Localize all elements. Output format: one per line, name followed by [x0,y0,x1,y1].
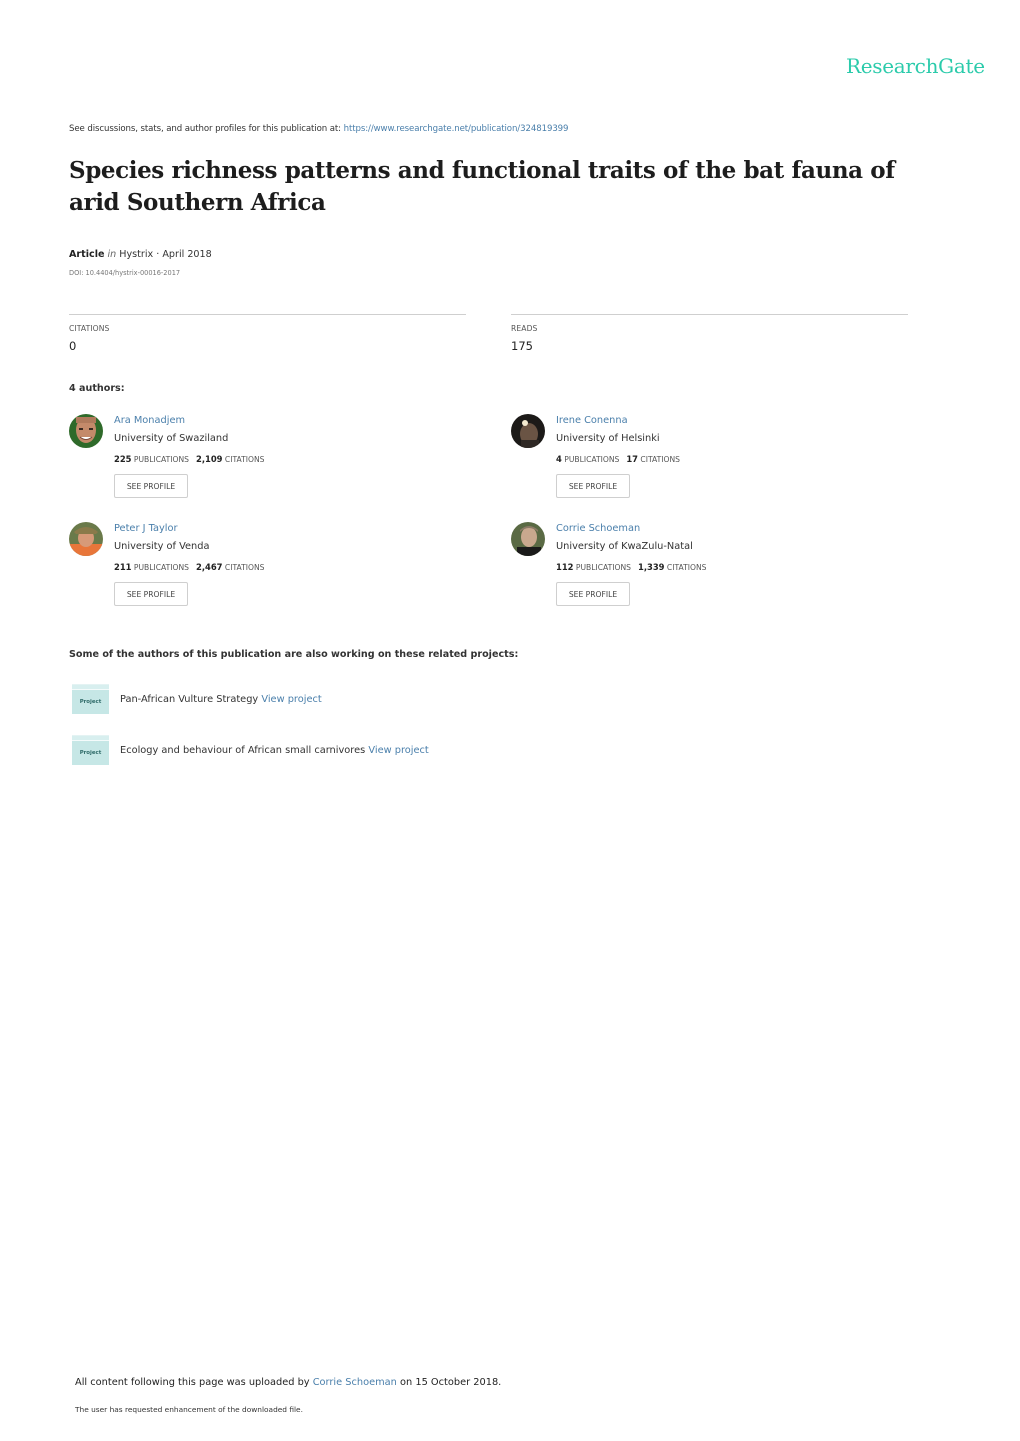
researchgate-logo[interactable]: ResearchGate [846,54,985,78]
publication-title: Species richness patterns and functional… [69,157,895,216]
avatar[interactable] [69,414,103,448]
citations-divider [69,314,466,315]
author-stats: 225 PUBLICATIONS 2,109 CITATIONS [114,454,264,464]
author-card: Peter J Taylor University of Venda 211 P… [69,522,449,622]
avatar-photo-icon [511,522,545,556]
project-item: Project Ecology and behaviour of African… [72,735,572,765]
in-label: in [107,249,117,260]
intro-line: See discussions, stats, and author profi… [69,124,569,134]
citations-count: 1,339 [638,562,665,572]
project-icon-label: Project [79,750,102,756]
publication-type: Article [69,249,105,260]
uploaded-suffix: on 15 October 2018. [396,1377,502,1388]
author-name-link[interactable]: Peter J Taylor [114,523,178,534]
citations-value: 0 [69,339,77,353]
citations-label: CITATIONS [224,563,265,572]
author-institution: University of Helsinki [556,433,660,444]
see-profile-button[interactable]: SEE PROFILE [556,474,630,498]
citations-label: CITATIONS [640,455,680,464]
see-profile-button[interactable]: SEE PROFILE [114,582,188,606]
avatar-photo-icon [69,522,103,556]
publications-count: 4 [556,454,562,464]
avatar-photo-icon [511,414,545,448]
citations-count: 17 [626,454,638,464]
author-card: Ara Monadjem University of Swaziland 225… [69,414,449,514]
project-name: Ecology and behaviour of African small c… [120,745,366,756]
author-name-link[interactable]: Corrie Schoeman [556,523,640,534]
related-projects-heading: Some of the authors of this publication … [69,649,519,660]
citations-count: 2,109 [196,454,223,464]
author-institution: University of KwaZulu-Natal [556,541,693,552]
avatar[interactable] [511,414,545,448]
citations-count: 2,467 [196,562,223,572]
publications-label: PUBLICATIONS [133,563,189,572]
project-folder-icon: Project [72,735,109,765]
publications-label: PUBLICATIONS [564,455,620,464]
project-item: Project Pan-African Vulture Strategy Vie… [72,684,572,714]
citations-label: CITATIONS [69,324,110,333]
author-stats: 112 PUBLICATIONS 1,339 CITATIONS [556,562,706,572]
author-card: Corrie Schoeman University of KwaZulu-Na… [511,522,891,622]
uploaded-notice: All content following this page was uplo… [75,1377,501,1388]
project-folder-icon: Project [72,684,109,714]
project-name: Pan-African Vulture Strategy [120,694,259,705]
author-card: Irene Conenna University of Helsinki 4 P… [511,414,891,514]
project-text: Ecology and behaviour of African small c… [120,745,429,756]
view-project-link[interactable]: View project [368,745,428,756]
avatar-photo-icon [69,414,103,448]
publication-meta: Article in Hystrix · April 2018 [69,249,212,260]
project-text: Pan-African Vulture Strategy View projec… [120,694,322,705]
uploaded-prefix: All content following this page was uplo… [75,1377,313,1388]
enhancement-notice: The user has requested enhancement of th… [75,1405,303,1414]
citations-label: CITATIONS [224,455,265,464]
author-institution: University of Swaziland [114,433,229,444]
avatar[interactable] [69,522,103,556]
publication-url-link[interactable]: https://www.researchgate.net/publication… [344,124,569,134]
reads-label: READS [511,324,538,333]
avatar[interactable] [511,522,545,556]
doi: DOI: 10.4404/hystrix-00016-2017 [69,269,181,277]
reads-value: 175 [511,339,533,353]
see-profile-button[interactable]: SEE PROFILE [114,474,188,498]
authors-heading: 4 authors: [69,383,125,394]
publications-label: PUBLICATIONS [133,455,189,464]
author-stats: 211 PUBLICATIONS 2,467 CITATIONS [114,562,264,572]
publications-count: 211 [114,562,132,572]
uploader-link[interactable]: Corrie Schoeman [313,1377,397,1388]
author-name-link[interactable]: Irene Conenna [556,415,628,426]
publications-count: 225 [114,454,132,464]
project-icon-label: Project [79,699,102,705]
intro-text: See discussions, stats, and author profi… [69,124,344,134]
author-stats: 4 PUBLICATIONS 17 CITATIONS [556,454,680,464]
journal-date: Hystrix · April 2018 [119,249,212,260]
view-project-link[interactable]: View project [261,694,321,705]
author-name-link[interactable]: Ara Monadjem [114,415,185,426]
author-institution: University of Venda [114,541,210,552]
publications-label: PUBLICATIONS [575,563,631,572]
publications-count: 112 [556,562,574,572]
reads-divider [511,314,908,315]
citations-label: CITATIONS [666,563,707,572]
see-profile-button[interactable]: SEE PROFILE [556,582,630,606]
